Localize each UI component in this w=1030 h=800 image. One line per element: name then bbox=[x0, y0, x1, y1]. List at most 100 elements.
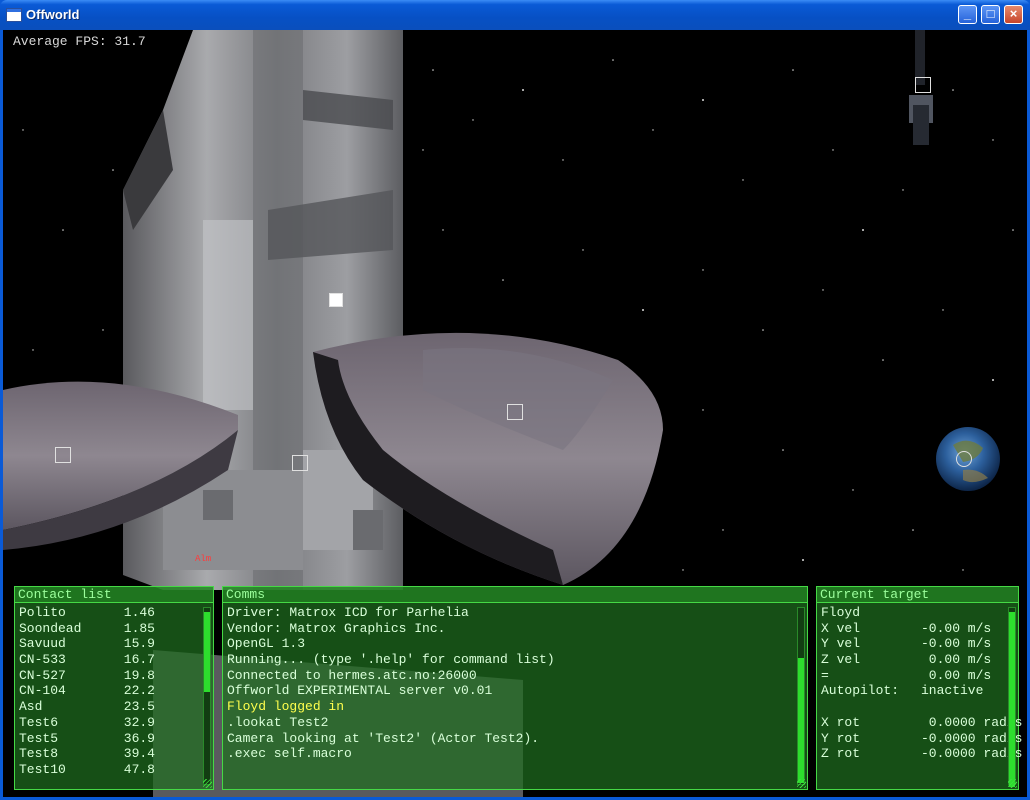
contact-distance: 47.8 bbox=[123, 761, 155, 777]
minimize-icon: _ bbox=[963, 6, 972, 21]
contact-row[interactable]: CN-104 22.2 bbox=[15, 683, 213, 699]
target-stat-label: X rot bbox=[821, 714, 861, 730]
window-title: Offworld bbox=[26, 7, 80, 22]
contact-name: Savuud bbox=[19, 636, 66, 652]
target-marker-station[interactable] bbox=[329, 293, 343, 307]
target-stat-row: X vel -0.00 m/s bbox=[817, 621, 1018, 637]
contact-name: Soondead bbox=[19, 620, 82, 636]
target-stat-label: Y vel bbox=[821, 636, 861, 652]
maximize-button[interactable]: □ bbox=[981, 5, 1000, 24]
contact-name: Test6 bbox=[19, 714, 59, 730]
contact-name: Test5 bbox=[19, 730, 59, 746]
contact-row[interactable]: Test6 32.9 bbox=[15, 715, 213, 731]
fps-counter: Average FPS: 31.7 bbox=[13, 34, 146, 49]
target-stat-row: Z vel 0.00 m/s bbox=[817, 652, 1018, 668]
comms-line: OpenGL 1.3 bbox=[227, 636, 306, 652]
comms-line: Driver: Matrox ICD for Parhelia bbox=[227, 605, 469, 620]
contact-row[interactable]: Test5 36.9 bbox=[15, 731, 213, 747]
contact-list: Polito 1.46 Soondead 1.85 Savuud 15.9 CN-533 16… bbox=[15, 605, 213, 778]
contact-distance: 19.8 bbox=[123, 667, 155, 683]
contact-distance: 1.46 bbox=[123, 605, 155, 620]
contact-row[interactable]: Soondead 1.85 bbox=[15, 621, 213, 637]
target-stat-value: -0.00 m/s bbox=[921, 620, 992, 636]
contact-distance: 16.7 bbox=[123, 652, 155, 668]
contact-row[interactable]: Polito 1.46 bbox=[15, 605, 213, 621]
target-marker-disc[interactable] bbox=[507, 404, 523, 420]
contact-name: Test8 bbox=[19, 746, 59, 762]
target-stat-value: inactive bbox=[921, 683, 984, 699]
contact-name: CN-527 bbox=[19, 667, 66, 683]
game-viewport[interactable]: Alm Average FPS: 31.7 Contact list Polit… bbox=[3, 30, 1027, 797]
contact-row[interactable]: Test8 39.4 bbox=[15, 746, 213, 762]
comms-line: Vendor: Matrox Graphics Inc. bbox=[227, 620, 446, 636]
comms-line: Offworld EXPERIMENTAL server v0.01 bbox=[227, 683, 493, 699]
contact-distance: 23.5 bbox=[123, 699, 155, 715]
close-icon: × bbox=[1009, 6, 1018, 21]
contact-list-title: Contact list bbox=[15, 587, 213, 603]
app-window-icon[interactable] bbox=[6, 8, 22, 22]
target-marker-satellite[interactable] bbox=[915, 77, 931, 93]
comms-line: Camera looking at 'Test2' (Actor Test2). bbox=[227, 730, 540, 746]
contact-name: Asd bbox=[19, 699, 43, 715]
comms-line: .lookat Test2 bbox=[227, 714, 329, 730]
target-stat-row: Y vel -0.00 m/s bbox=[817, 636, 1018, 652]
contact-distance: 32.9 bbox=[123, 714, 155, 730]
target-scroll-thumb[interactable] bbox=[1009, 612, 1015, 787]
target-stat-row bbox=[817, 699, 1018, 715]
comms-scroll-thumb[interactable] bbox=[798, 658, 804, 783]
contact-scrollbar[interactable] bbox=[203, 607, 211, 785]
contact-name: CN-533 bbox=[19, 652, 66, 668]
contact-distance: 22.2 bbox=[123, 683, 155, 699]
contact-name: Polito bbox=[19, 605, 66, 620]
contact-distance: 15.9 bbox=[123, 636, 155, 652]
current-target-panel: Current target Floyd X vel -0.00 m/s Y vel… bbox=[816, 586, 1022, 790]
target-stat-value: -0.00 m/s bbox=[921, 636, 992, 652]
target-marker-tower[interactable] bbox=[292, 455, 308, 471]
contact-row[interactable]: Asd 23.5 bbox=[15, 699, 213, 715]
title-bar[interactable]: Offworld _ □ × bbox=[0, 0, 1030, 30]
contact-row[interactable]: Savuud 15.9 bbox=[15, 636, 213, 652]
target-stat-value: 0.00 m/s bbox=[921, 652, 992, 668]
resize-grip-icon[interactable] bbox=[797, 779, 806, 788]
target-scrollbar[interactable] bbox=[1008, 607, 1016, 787]
target-marker-planet[interactable] bbox=[956, 451, 972, 467]
comms-scrollbar[interactable] bbox=[797, 607, 805, 785]
contact-row[interactable]: Test10 47.8 bbox=[15, 762, 213, 778]
comms-line: Running... (type '.help' for command lis… bbox=[227, 652, 555, 668]
comms-log: Driver: Matrox ICD for Parhelia Vendor: M… bbox=[223, 605, 807, 762]
target-stat-row: Z rot -0.0000 rad/s bbox=[817, 746, 1022, 762]
target-stat-label: = bbox=[821, 667, 829, 683]
target-marker-left[interactable] bbox=[55, 447, 71, 463]
target-stat-row: Autopilot: inactive bbox=[817, 683, 1018, 699]
contact-scroll-thumb[interactable] bbox=[204, 612, 210, 692]
contact-distance: 39.4 bbox=[123, 746, 155, 762]
target-stat-label: Z rot bbox=[821, 746, 861, 762]
target-name: Floyd bbox=[821, 605, 861, 620]
contact-row[interactable]: CN-533 16.7 bbox=[15, 652, 213, 668]
target-stat-label: Z vel bbox=[821, 652, 861, 668]
target-stat-label: Autopilot: bbox=[821, 683, 900, 699]
app-window: Offworld _ □ × Alm Average FPS: 31.7 Con… bbox=[0, 0, 1030, 800]
comms-line: Floyd logged in bbox=[227, 699, 345, 715]
close-button[interactable]: × bbox=[1004, 5, 1023, 24]
minimize-button[interactable]: _ bbox=[958, 5, 977, 24]
target-stats: X vel -0.00 m/s Y vel -0.00 m/s Z vel 0.00 m… bbox=[817, 621, 1022, 762]
station-tower bbox=[123, 30, 403, 590]
resize-grip-icon[interactable] bbox=[203, 779, 212, 788]
target-stat-value: 0.00 m/s bbox=[921, 667, 992, 683]
resize-grip-icon[interactable] bbox=[1008, 779, 1017, 788]
target-stat-label: X vel bbox=[821, 620, 861, 636]
target-stat-row: Y rot -0.0000 rad/s bbox=[817, 730, 1022, 747]
comms-line: Connected to hermes.atc.no:26000 bbox=[227, 667, 477, 683]
target-stat-label: Y rot bbox=[821, 730, 861, 746]
contact-row[interactable]: CN-527 19.8 bbox=[15, 668, 213, 684]
target-stat-row: X rot 0.0000 rad/s bbox=[817, 714, 1022, 731]
contact-distance: 36.9 bbox=[123, 730, 155, 746]
contact-name: CN-104 bbox=[19, 683, 66, 699]
comms-line: .exec self.macro bbox=[227, 746, 352, 762]
comms-title: Comms bbox=[223, 587, 807, 603]
maximize-icon: □ bbox=[986, 6, 995, 21]
comms-panel: Comms Driver: Matrox ICD for Parhelia Ven… bbox=[222, 586, 808, 790]
target-stat-row: = 0.00 m/s bbox=[817, 668, 1018, 684]
contact-distance: 1.85 bbox=[123, 620, 155, 636]
